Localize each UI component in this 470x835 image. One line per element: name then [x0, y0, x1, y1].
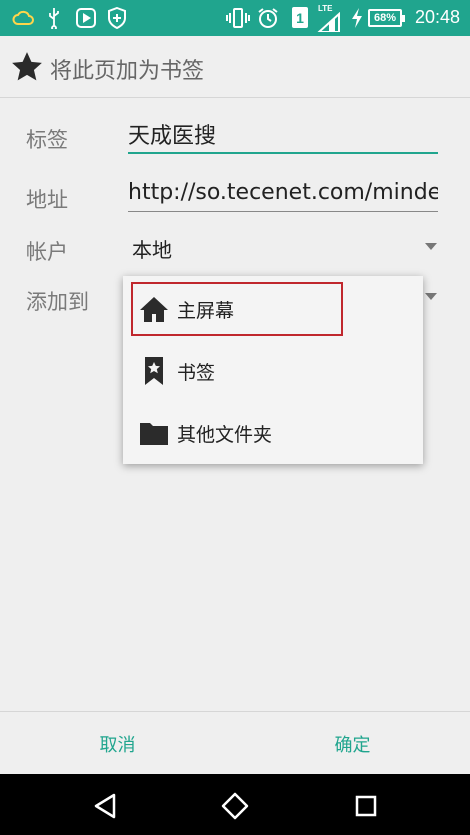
sim-icon: 1 — [292, 7, 308, 28]
menu-item-other-folder[interactable]: 其他文件夹 — [123, 402, 423, 464]
chevron-down-icon[interactable] — [425, 243, 437, 250]
dialog-title: 将此页加为书签 — [50, 59, 205, 84]
account-field-label: 帐户 — [26, 240, 68, 264]
label-field-label: 标签 — [26, 128, 68, 152]
charging-icon — [350, 6, 364, 30]
usb-icon — [44, 6, 64, 30]
system-navigation-bar — [0, 774, 470, 835]
alarm-icon — [256, 6, 280, 30]
dialog-button-bar: 取消 确定 — [0, 711, 470, 774]
chevron-down-icon[interactable] — [425, 293, 437, 300]
status-bar: 1 LTE 68% 20:48 — [0, 0, 470, 36]
confirm-button[interactable]: 确定 — [235, 712, 470, 775]
clock: 20:48 — [414, 7, 460, 27]
home-nav-icon[interactable] — [221, 792, 249, 820]
account-spinner[interactable]: 本地 — [132, 234, 432, 264]
shield-icon — [106, 6, 128, 30]
bookmark-url-input[interactable]: http://so.tecenet.com/mindex — [128, 180, 438, 212]
back-icon[interactable] — [91, 792, 119, 820]
menu-item-label: 书签 — [177, 361, 216, 384]
menu-item-label: 其他文件夹 — [177, 423, 273, 446]
bookmark-name-input[interactable]: 天成医搜 — [128, 118, 438, 154]
dialog-header: 将此页加为书签 — [0, 36, 470, 98]
account-spinner-value: 本地 — [132, 238, 172, 262]
highlight-annotation-box — [131, 282, 343, 336]
menu-item-bookmarks[interactable]: 书签 — [123, 340, 423, 402]
recents-icon[interactable] — [352, 792, 380, 820]
folder-icon — [139, 418, 169, 448]
cancel-button[interactable]: 取消 — [0, 712, 235, 775]
signal-icon — [316, 10, 342, 34]
play-store-icon — [74, 6, 98, 30]
star-icon — [10, 50, 44, 84]
cloud-icon — [10, 6, 36, 30]
add-to-field-label: 添加到 — [26, 290, 89, 314]
vibrate-icon — [226, 6, 250, 30]
battery-indicator: 68% — [368, 9, 405, 27]
bookmark-star-icon — [139, 356, 169, 386]
address-field-label: 地址 — [26, 188, 68, 212]
